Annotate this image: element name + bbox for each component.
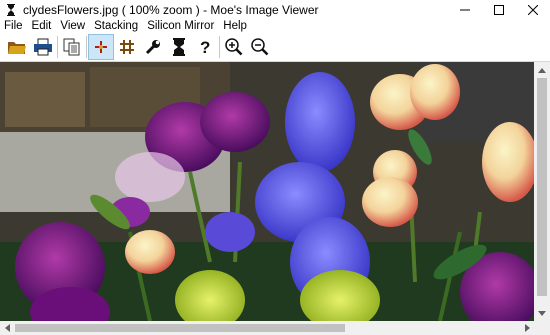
minimize-button[interactable] [448,0,482,19]
vertical-scrollbar[interactable] [534,62,550,321]
image-viewport[interactable] [0,62,534,321]
print-icon[interactable] [30,34,56,60]
flowers-photo [0,62,534,321]
scroll-left-icon[interactable] [0,321,14,335]
toolbar: ? [0,33,550,62]
title-bar: clydesFlowers.jpg ( 100% zoom ) - Moe's … [0,0,550,19]
zoom-out-icon[interactable] [247,34,273,60]
menu-stacking[interactable]: Stacking [90,20,143,32]
close-button[interactable] [516,0,550,19]
grid-icon[interactable] [114,34,140,60]
menu-file[interactable]: File [0,20,28,32]
wrench-icon[interactable] [140,34,166,60]
menu-edit[interactable]: Edit [28,20,57,32]
menu-view[interactable]: View [56,20,90,32]
horizontal-scrollbar[interactable] [0,321,534,335]
open-folder-icon[interactable] [4,34,30,60]
scrollbar-corner [534,321,550,335]
help-icon[interactable]: ? [192,34,218,60]
menu-silicon-mirror[interactable]: Silicon Mirror [143,20,219,32]
svg-text:?: ? [200,38,210,56]
maximize-button[interactable] [482,0,516,19]
menu-help[interactable]: Help [219,20,252,32]
scroll-down-icon[interactable] [534,305,550,321]
hourglass-app-icon [3,2,19,18]
stack-icon[interactable] [166,34,192,60]
zoom-in-icon[interactable] [221,34,247,60]
menu-bar: File Edit View Stacking Silicon Mirror H… [0,19,550,33]
scroll-right-icon[interactable] [520,321,534,335]
crosshair-icon[interactable] [88,34,114,60]
vertical-scroll-thumb[interactable] [537,78,547,296]
horizontal-scroll-thumb[interactable] [15,324,345,332]
window-title: clydesFlowers.jpg ( 100% zoom ) - Moe's … [23,2,319,17]
scroll-up-icon[interactable] [534,62,550,78]
copy-icon[interactable] [59,34,85,60]
